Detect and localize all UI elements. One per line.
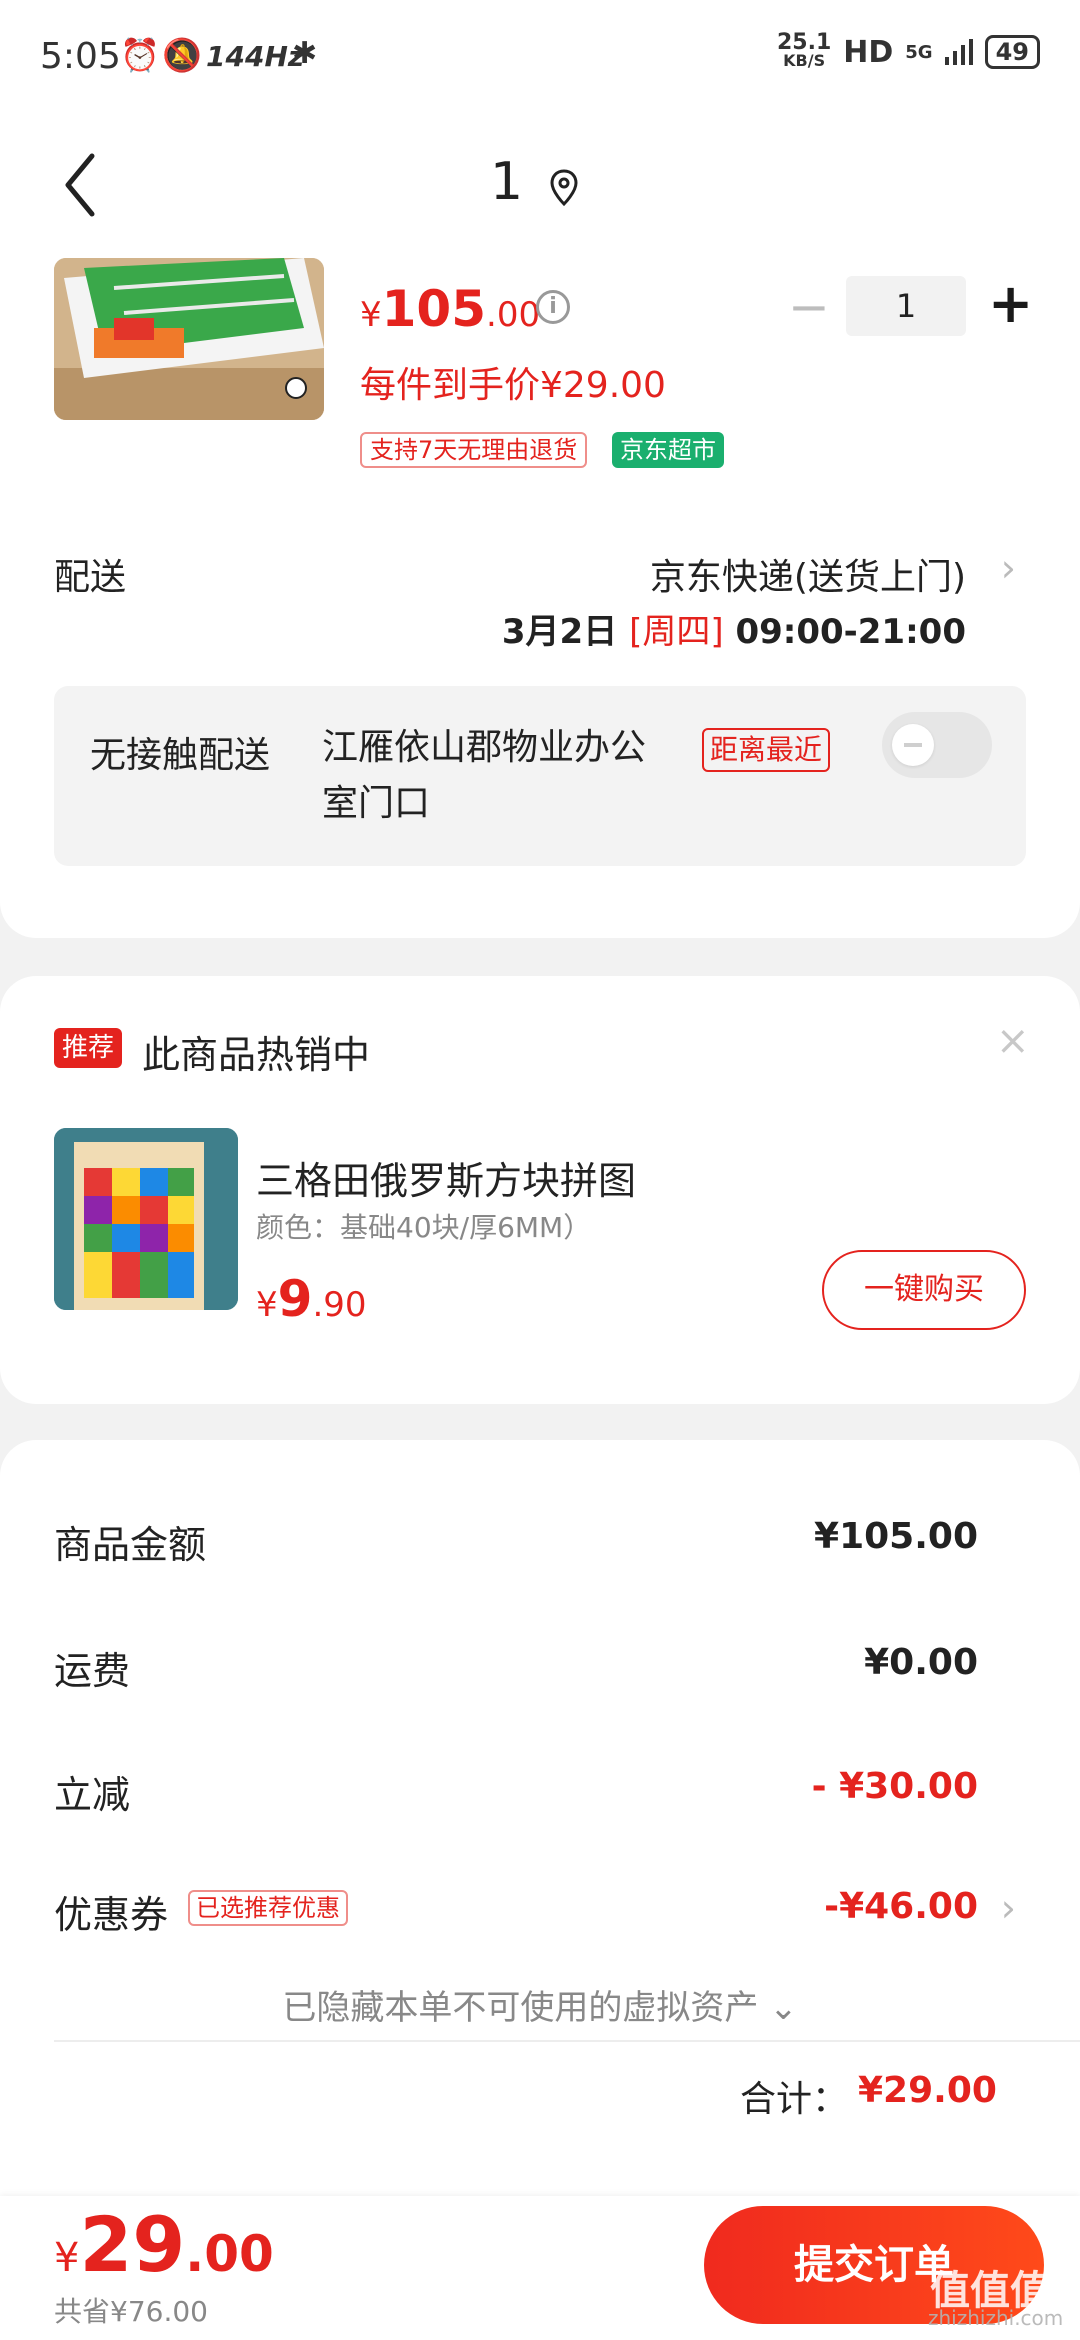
info-icon[interactable]: i <box>536 290 570 324</box>
divider <box>54 2040 1080 2042</box>
total-label: 合计： <box>740 2079 849 2120</box>
rec-price-integer: 9 <box>277 1270 313 1328</box>
network-type: 5G <box>905 41 933 63</box>
contactless-address: 江雁依山郡物业办公室门口 <box>322 727 647 824</box>
coupon-label[interactable]: 优惠券 <box>54 1884 168 1939</box>
product-image[interactable] <box>54 258 324 420</box>
supermarket-tag: 京东超市 <box>612 432 724 468</box>
total-value: ¥29.00 <box>858 2070 997 2111</box>
return-policy-tag: 支持7天无理由退货 <box>360 432 588 468</box>
rec-price-decimal: .90 <box>312 1285 367 1325</box>
page-title: 1 <box>490 152 524 212</box>
shipping-date: 3月2日 <box>501 612 618 652</box>
net-speed: 25.1 KB/S <box>776 30 832 70</box>
hidden-assets-toggle[interactable]: 已隐藏本单不可使用的虚拟资产 ⌄ <box>0 1980 1080 2029</box>
battery-indicator: 49 <box>984 35 1040 69</box>
goods-amount-label: 商品金额 <box>54 1523 207 1567</box>
bottom-price: ¥29.00 <box>54 2200 274 2289</box>
refresh-rate: 144Hz <box>206 40 305 73</box>
quantity-minus-button[interactable]: − <box>788 278 830 336</box>
discount-value: - ¥30.00 <box>811 1766 978 1807</box>
hd-indicator: HD <box>843 34 894 70</box>
shipping-weekday: [周四] <box>629 612 724 652</box>
status-time: 5:05 <box>40 36 121 77</box>
one-click-buy-button[interactable]: 一键购买 <box>822 1250 1026 1330</box>
back-icon[interactable] <box>60 150 100 220</box>
shipping-label: 配送 <box>54 557 127 598</box>
chevron-right-icon[interactable]: › <box>1001 546 1016 590</box>
recommend-product-spec: 颜色：基础40块/厚6MM） <box>256 1211 592 1244</box>
net-speed-value: 25.1 <box>776 30 832 55</box>
shipping-window: 09:00-21:00 <box>735 612 966 652</box>
unit-price: 每件到手价¥29.00 <box>360 365 666 406</box>
quantity-plus-button[interactable]: + <box>988 272 1033 335</box>
saved-amount: 共省¥76.00 <box>54 2295 208 2328</box>
net-speed-unit: KB/S <box>783 51 826 70</box>
recommend-product-name[interactable]: 三格田俄罗斯方块拼图 <box>256 1150 636 1205</box>
watermark-url: zhizhizhi.com <box>928 2306 1064 2330</box>
product-price: ¥105.00 <box>360 280 540 338</box>
price-integer: 105 <box>381 280 487 338</box>
rec-price-currency: ¥ <box>256 1285 278 1325</box>
recommend-product-price: ¥9.90 <box>256 1270 367 1328</box>
alarm-icon: ⏰ <box>120 36 160 74</box>
freight-value: ¥0.00 <box>864 1642 978 1683</box>
bottom-price-currency: ¥ <box>54 2235 80 2281</box>
quantity-input[interactable]: 1 <box>846 276 966 336</box>
recommend-title: 此商品热销中 <box>142 1033 371 1077</box>
contactless-label: 无接触配送 <box>90 735 271 776</box>
discount-label: 立减 <box>54 1773 131 1817</box>
coupon-tag: 已选推荐优惠 <box>188 1890 348 1926</box>
shipping-method[interactable]: 京东快递(送货上门) <box>650 548 966 600</box>
price-currency: ¥ <box>360 295 382 335</box>
location-pin-icon[interactable] <box>548 168 580 208</box>
price-decimal: .00 <box>486 295 541 335</box>
mute-bell-icon: 🔕 <box>162 36 202 74</box>
signal-icon <box>944 39 973 65</box>
freight-label: 运费 <box>54 1649 131 1693</box>
close-icon[interactable]: × <box>996 1018 1030 1064</box>
goods-amount-value: ¥105.00 <box>814 1516 978 1557</box>
nearest-tag: 距离最近 <box>702 728 831 772</box>
shipping-time[interactable]: 3月2日 [周四] 09:00-21:00 <box>502 604 966 653</box>
bluetooth-icon: ✱ <box>292 36 318 71</box>
bottom-price-integer: 29 <box>79 2200 186 2289</box>
recommend-product-image[interactable] <box>54 1128 238 1310</box>
coupon-value[interactable]: -¥46.00 <box>824 1886 978 1927</box>
chevron-right-icon[interactable]: › <box>1001 1886 1016 1930</box>
bottom-price-decimal: .00 <box>185 2225 274 2283</box>
toggle-knob <box>892 724 934 766</box>
recommend-badge: 推荐 <box>54 1028 123 1068</box>
status-right: 25.1 KB/S HD 5G 49 <box>776 30 1040 70</box>
